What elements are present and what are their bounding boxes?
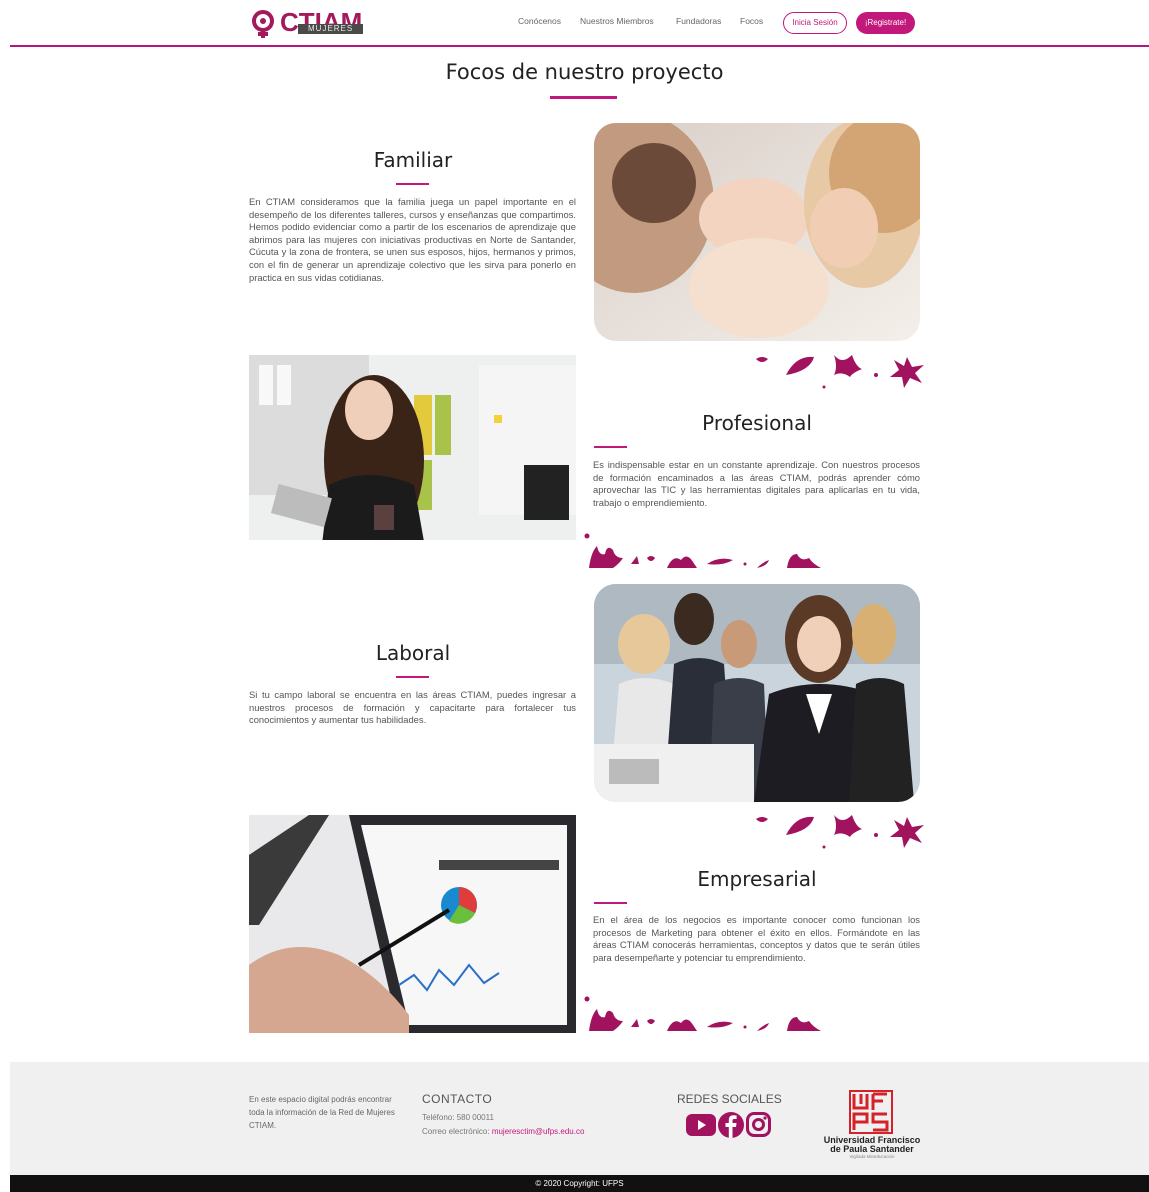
footer-email-line: Correo electrónico: mujeresctim@ufps.edu…	[422, 1127, 584, 1136]
logo-subtitle: MUJERES	[298, 24, 364, 34]
section-title-laboral: Laboral	[375, 641, 451, 665]
business-team-photo	[594, 584, 920, 802]
section-underline	[396, 676, 429, 678]
family-photo	[594, 123, 920, 341]
venus-logo-icon	[252, 10, 274, 38]
flower-decoration-icon	[756, 355, 924, 389]
section-text-laboral: Si tu campo laboral se encuentra en las …	[249, 689, 576, 726]
footer-about-text: En este espacio digital podrás encontrar…	[249, 1095, 395, 1130]
nav-item-miembros[interactable]: Nuestros Miembros	[580, 16, 654, 26]
nav-item-fundadoras[interactable]: Fundadoras	[676, 16, 721, 26]
footer-email-label: Correo electrónico:	[422, 1127, 492, 1136]
title-underline	[550, 96, 617, 99]
flower-decoration-icon	[584, 996, 821, 1031]
ctiam-logo[interactable]: CTIAM MUJERES	[250, 8, 372, 38]
section-underline	[594, 446, 627, 448]
header-divider	[10, 45, 1149, 47]
section-title-profesional: Profesional	[702, 411, 812, 435]
copyright-bar: © 2020 Copyright: UFPS	[10, 1175, 1149, 1192]
nav-item-conocenos[interactable]: Conócenos	[518, 16, 561, 26]
section-text-familiar: En CTIAM consideramos que la familia jue…	[249, 196, 576, 283]
register-button[interactable]: ¡Registrate!	[856, 12, 915, 34]
social-icons	[686, 1110, 772, 1138]
ufps-logo[interactable]: Universidad Francisco de Paula Santander…	[822, 1090, 922, 1160]
ufps-name-line2: de Paula Santander	[830, 1144, 914, 1154]
section-underline	[396, 183, 429, 185]
section-title-empresarial: Empresarial	[697, 867, 817, 891]
section-text-empresarial: En el área de los negocios es importante…	[593, 914, 920, 963]
youtube-icon[interactable]	[686, 1114, 716, 1136]
footer-phone: Teléfono: 580 00011	[422, 1113, 494, 1122]
section-title-familiar: Familiar	[373, 148, 453, 172]
analytics-tablet-photo	[249, 815, 576, 1033]
ufps-vigilada: Vigilada Mineducación	[849, 1154, 895, 1159]
site-header: CTIAM MUJERES Conócenos Nuestros Miembro…	[0, 0, 1149, 47]
ufps-logo-icon	[849, 1090, 893, 1134]
login-button[interactable]: Inicia Sesión	[783, 12, 847, 34]
facebook-icon[interactable]	[718, 1112, 744, 1138]
nav-item-focos[interactable]: Focos	[740, 16, 763, 26]
flower-decoration-icon	[756, 815, 924, 849]
site-footer	[10, 1062, 1149, 1175]
footer-social-title: REDES SOCIALES	[677, 1092, 782, 1106]
section-text-profesional: Es indispensable estar en un constante a…	[593, 459, 920, 508]
professional-photo	[249, 355, 576, 570]
section-underline	[594, 902, 627, 904]
page-title: Focos de nuestro proyecto	[445, 60, 724, 84]
footer-contact-title: CONTACTO	[422, 1092, 493, 1106]
footer-email-link[interactable]: mujeresctim@ufps.edu.co	[492, 1127, 585, 1136]
flower-decoration-icon	[584, 533, 821, 568]
instagram-icon[interactable]	[746, 1112, 771, 1137]
